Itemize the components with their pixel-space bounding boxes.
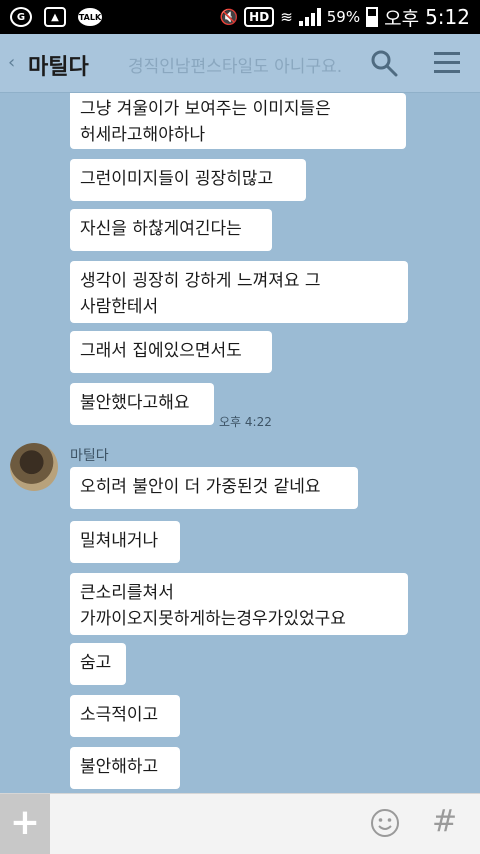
gallery-icon: ▲	[44, 7, 66, 27]
message-bubble[interactable]: 그냥 겨울이가 보여주는 이미지들은 허세라고해야하나	[70, 93, 406, 149]
status-bar-system: 🔇 HD ≋ 59% 오후 5:12	[219, 4, 470, 30]
battery-icon	[366, 7, 379, 27]
battery-percent: 59%	[326, 8, 361, 26]
avatar[interactable]	[10, 443, 58, 491]
message-input-bar: + #	[0, 793, 480, 854]
g-app-icon: G	[10, 7, 32, 27]
sender-name: 마틸다	[70, 448, 109, 464]
chat-header: ‹ 마틸다 경직인남편스타일도 아니구요.	[0, 34, 480, 93]
clock-ampm: 오후	[384, 7, 420, 30]
message-bubble[interactable]: 밀쳐내거나	[70, 521, 180, 563]
clock-time: 5:12	[425, 5, 470, 29]
chat-title[interactable]: 마틸다	[28, 49, 89, 81]
message-bubble[interactable]: 불안해하고	[70, 747, 180, 789]
back-chevron-icon[interactable]: ‹	[8, 52, 15, 73]
message-bubble[interactable]: 소극적이고	[70, 695, 180, 737]
mute-icon: 🔇	[219, 8, 239, 26]
message-bubble[interactable]: 그래서 집에있으면서도	[70, 331, 272, 373]
signal-icon	[298, 8, 321, 26]
message-bubble[interactable]: 불안했다고해요	[70, 383, 214, 425]
message-bubble[interactable]: 큰소리를쳐서 가까이오지못하게하는경우가있었구요	[70, 573, 408, 635]
message-bubble[interactable]: 생각이 굉장히 강하게 느껴져요 그 사람한테서	[70, 261, 408, 323]
message-timestamp: 오후 4:22	[219, 415, 272, 429]
add-attachment-button[interactable]: +	[0, 794, 50, 854]
message-bubble[interactable]: 숨고	[70, 643, 126, 685]
status-bar-notifications: G ▲ TALK	[10, 5, 102, 29]
search-icon[interactable]	[370, 49, 398, 77]
message-input[interactable]	[58, 802, 362, 848]
emoticon-icon[interactable]	[370, 808, 400, 838]
kakaotalk-icon: TALK	[78, 8, 102, 26]
chat-messages[interactable]: 그냥 겨울이가 보여주는 이미지들은 허세라고해야하나 그런이미지들이 굉장히많…	[0, 93, 480, 793]
header-overlap-text: 경직인남편스타일도 아니구요.	[128, 57, 343, 77]
message-bubble[interactable]: 오히려 불안이 더 가중된것 같네요	[70, 467, 358, 509]
menu-icon[interactable]	[434, 52, 460, 74]
hashtag-search-icon[interactable]: #	[432, 804, 457, 839]
status-bar: G ▲ TALK 🔇 HD ≋ 59% 오후 5:12	[0, 0, 480, 34]
hd-voice-icon: HD	[244, 7, 275, 27]
wifi-icon: ≋	[280, 8, 293, 26]
message-bubble[interactable]: 자신을 하찮게여긴다는	[70, 209, 272, 251]
message-bubble[interactable]: 그런이미지들이 굉장히많고	[70, 159, 306, 201]
